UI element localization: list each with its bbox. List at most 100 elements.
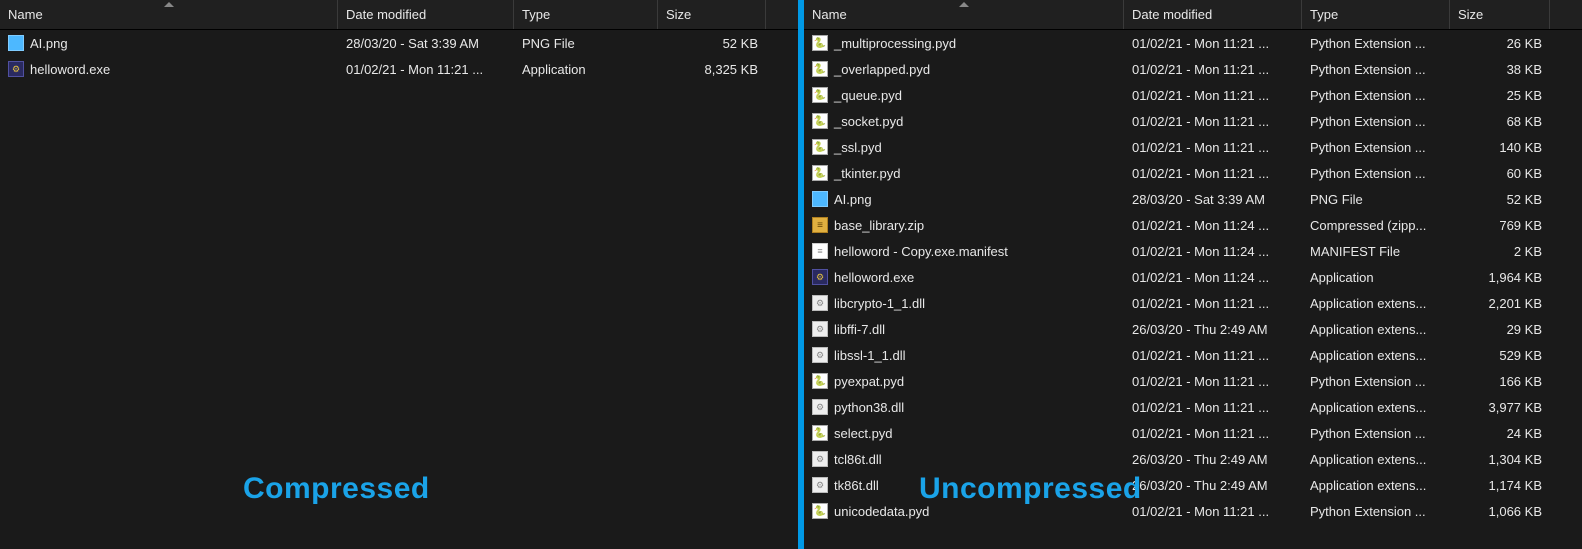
- right-pane: Name Date modified Type Size _multiproce…: [804, 0, 1582, 549]
- file-icon: [812, 321, 828, 337]
- table-row[interactable]: libffi-7.dll26/03/20 - Thu 2:49 AMApplic…: [804, 316, 1582, 342]
- table-row[interactable]: libcrypto-1_1.dll 01/02/21 - Mon 11:21 ..…: [804, 290, 1582, 316]
- table-row[interactable]: _overlapped.pyd01/02/21 - Mon 11:21 ...P…: [804, 56, 1582, 82]
- col-header-date[interactable]: Date modified: [1124, 0, 1302, 29]
- file-icon: [812, 87, 828, 103]
- file-size: 166 KB: [1450, 374, 1550, 389]
- table-row[interactable]: _socket.pyd 01/02/21 - Mon 11:21 ...Pytho…: [804, 108, 1582, 134]
- col-header-name[interactable]: Name: [0, 0, 338, 29]
- table-row[interactable]: _multiprocessing.pyd 01/02/21 - Mon 11:21…: [804, 30, 1582, 56]
- file-date: 28/03/20 - Sat 3:39 AM: [338, 36, 514, 51]
- file-type: Compressed (zipp...: [1302, 218, 1450, 233]
- file-name: select.pyd: [834, 426, 893, 441]
- file-type: Python Extension ...: [1302, 504, 1450, 519]
- file-name: _tkinter.pyd: [834, 166, 901, 181]
- col-header-size[interactable]: Size: [658, 0, 766, 29]
- file-name: _multiprocessing.pyd: [834, 36, 956, 51]
- file-name: _socket.pyd: [834, 114, 903, 129]
- table-row[interactable]: AI.png 28/03/20 - Sat 3:39 AMPNG File52 K…: [0, 30, 798, 56]
- column-header: Name Date modified Type Size: [0, 0, 798, 30]
- table-row[interactable]: base_library.zip 01/02/21 - Mon 11:24 ...…: [804, 212, 1582, 238]
- file-name: AI.png: [30, 36, 68, 51]
- file-date: 01/02/21 - Mon 11:21 ...: [1124, 88, 1302, 103]
- table-row[interactable]: select.pyd 01/02/21 - Mon 11:21 ...Python…: [804, 420, 1582, 446]
- file-size: 2 KB: [1450, 244, 1550, 259]
- left-pane: Name Date modified Type Size AI.png 28/03…: [0, 0, 798, 549]
- file-type: MANIFEST File: [1302, 244, 1450, 259]
- file-date: 01/02/21 - Mon 11:21 ...: [1124, 400, 1302, 415]
- file-type: Python Extension ...: [1302, 36, 1450, 51]
- file-date: 01/02/21 - Mon 11:21 ...: [1124, 296, 1302, 311]
- file-date: 01/02/21 - Mon 11:21 ...: [1124, 504, 1302, 519]
- table-row[interactable]: helloword.exe01/02/21 - Mon 11:21 ...App…: [0, 56, 798, 82]
- col-header-date[interactable]: Date modified: [338, 0, 514, 29]
- file-type: Python Extension ...: [1302, 88, 1450, 103]
- file-date: 01/02/21 - Mon 11:24 ...: [1124, 218, 1302, 233]
- file-date: 28/03/20 - Sat 3:39 AM: [1124, 192, 1302, 207]
- file-name: _ssl.pyd: [834, 140, 882, 155]
- file-size: 38 KB: [1450, 62, 1550, 77]
- file-name: _queue.pyd: [834, 88, 902, 103]
- file-icon: [812, 503, 828, 519]
- file-size: 25 KB: [1450, 88, 1550, 103]
- file-size: 1,304 KB: [1450, 452, 1550, 467]
- file-icon: [812, 191, 828, 207]
- file-size: 1,174 KB: [1450, 478, 1550, 493]
- file-date: 01/02/21 - Mon 11:21 ...: [1124, 426, 1302, 441]
- file-type: Application extens...: [1302, 400, 1450, 415]
- file-date: 26/03/20 - Thu 2:49 AM: [1124, 478, 1302, 493]
- file-date: 26/03/20 - Thu 2:49 AM: [1124, 452, 1302, 467]
- file-date: 01/02/21 - Mon 11:21 ...: [1124, 348, 1302, 363]
- file-name: AI.png: [834, 192, 872, 207]
- file-icon: [812, 61, 828, 77]
- file-icon: [812, 35, 828, 51]
- file-size: 52 KB: [658, 36, 766, 51]
- file-type: Application: [514, 62, 658, 77]
- file-type: Application extens...: [1302, 452, 1450, 467]
- file-icon: [812, 425, 828, 441]
- col-header-type[interactable]: Type: [1302, 0, 1450, 29]
- table-row[interactable]: libssl-1_1.dll01/02/21 - Mon 11:21 ...Ap…: [804, 342, 1582, 368]
- file-date: 01/02/21 - Mon 11:21 ...: [1124, 114, 1302, 129]
- file-name: _overlapped.pyd: [834, 62, 930, 77]
- file-name: helloword.exe: [834, 270, 914, 285]
- table-row[interactable]: _ssl.pyd01/02/21 - Mon 11:21 ...Python E…: [804, 134, 1582, 160]
- file-date: 01/02/21 - Mon 11:24 ...: [1124, 244, 1302, 259]
- file-type: Python Extension ...: [1302, 140, 1450, 155]
- table-row[interactable]: helloword - Copy.exe.manifest 01/02/21 - …: [804, 238, 1582, 264]
- file-name: libcrypto-1_1.dll: [834, 296, 925, 311]
- file-date: 26/03/20 - Thu 2:49 AM: [1124, 322, 1302, 337]
- file-date: 01/02/21 - Mon 11:24 ...: [1124, 270, 1302, 285]
- file-type: Python Extension ...: [1302, 426, 1450, 441]
- col-header-name[interactable]: Name: [804, 0, 1124, 29]
- table-row[interactable]: python38.dll 01/02/21 - Mon 11:21 ...Appl…: [804, 394, 1582, 420]
- file-type: Application extens...: [1302, 478, 1450, 493]
- file-size: 3,977 KB: [1450, 400, 1550, 415]
- table-row[interactable]: helloword.exe01/02/21 - Mon 11:24 ...App…: [804, 264, 1582, 290]
- file-date: 01/02/21 - Mon 11:21 ...: [1124, 36, 1302, 51]
- file-name: python38.dll: [834, 400, 904, 415]
- file-date: 01/02/21 - Mon 11:21 ...: [338, 62, 514, 77]
- col-header-type[interactable]: Type: [514, 0, 658, 29]
- file-icon: [812, 347, 828, 363]
- file-size: 60 KB: [1450, 166, 1550, 181]
- col-header-size[interactable]: Size: [1450, 0, 1550, 29]
- table-row[interactable]: pyexpat.pyd01/02/21 - Mon 11:21 ...Pytho…: [804, 368, 1582, 394]
- file-size: 1,964 KB: [1450, 270, 1550, 285]
- file-icon: [812, 295, 828, 311]
- file-size: 8,325 KB: [658, 62, 766, 77]
- file-type: PNG File: [514, 36, 658, 51]
- file-type: Python Extension ...: [1302, 114, 1450, 129]
- table-row[interactable]: _queue.pyd 01/02/21 - Mon 11:21 ...Python…: [804, 82, 1582, 108]
- table-row[interactable]: AI.png28/03/20 - Sat 3:39 AMPNG File52 K…: [804, 186, 1582, 212]
- file-size: 68 KB: [1450, 114, 1550, 129]
- file-name: helloword - Copy.exe.manifest: [834, 244, 1008, 259]
- file-name: base_library.zip: [834, 218, 924, 233]
- file-size: 52 KB: [1450, 192, 1550, 207]
- table-row[interactable]: tcl86t.dll26/03/20 - Thu 2:49 AMApplicat…: [804, 446, 1582, 472]
- file-icon: [812, 243, 828, 259]
- table-row[interactable]: _tkinter.pyd01/02/21 - Mon 11:21 ...Pyth…: [804, 160, 1582, 186]
- file-type: Python Extension ...: [1302, 166, 1450, 181]
- file-type: Python Extension ...: [1302, 62, 1450, 77]
- file-list-right: _multiprocessing.pyd 01/02/21 - Mon 11:21…: [804, 30, 1582, 524]
